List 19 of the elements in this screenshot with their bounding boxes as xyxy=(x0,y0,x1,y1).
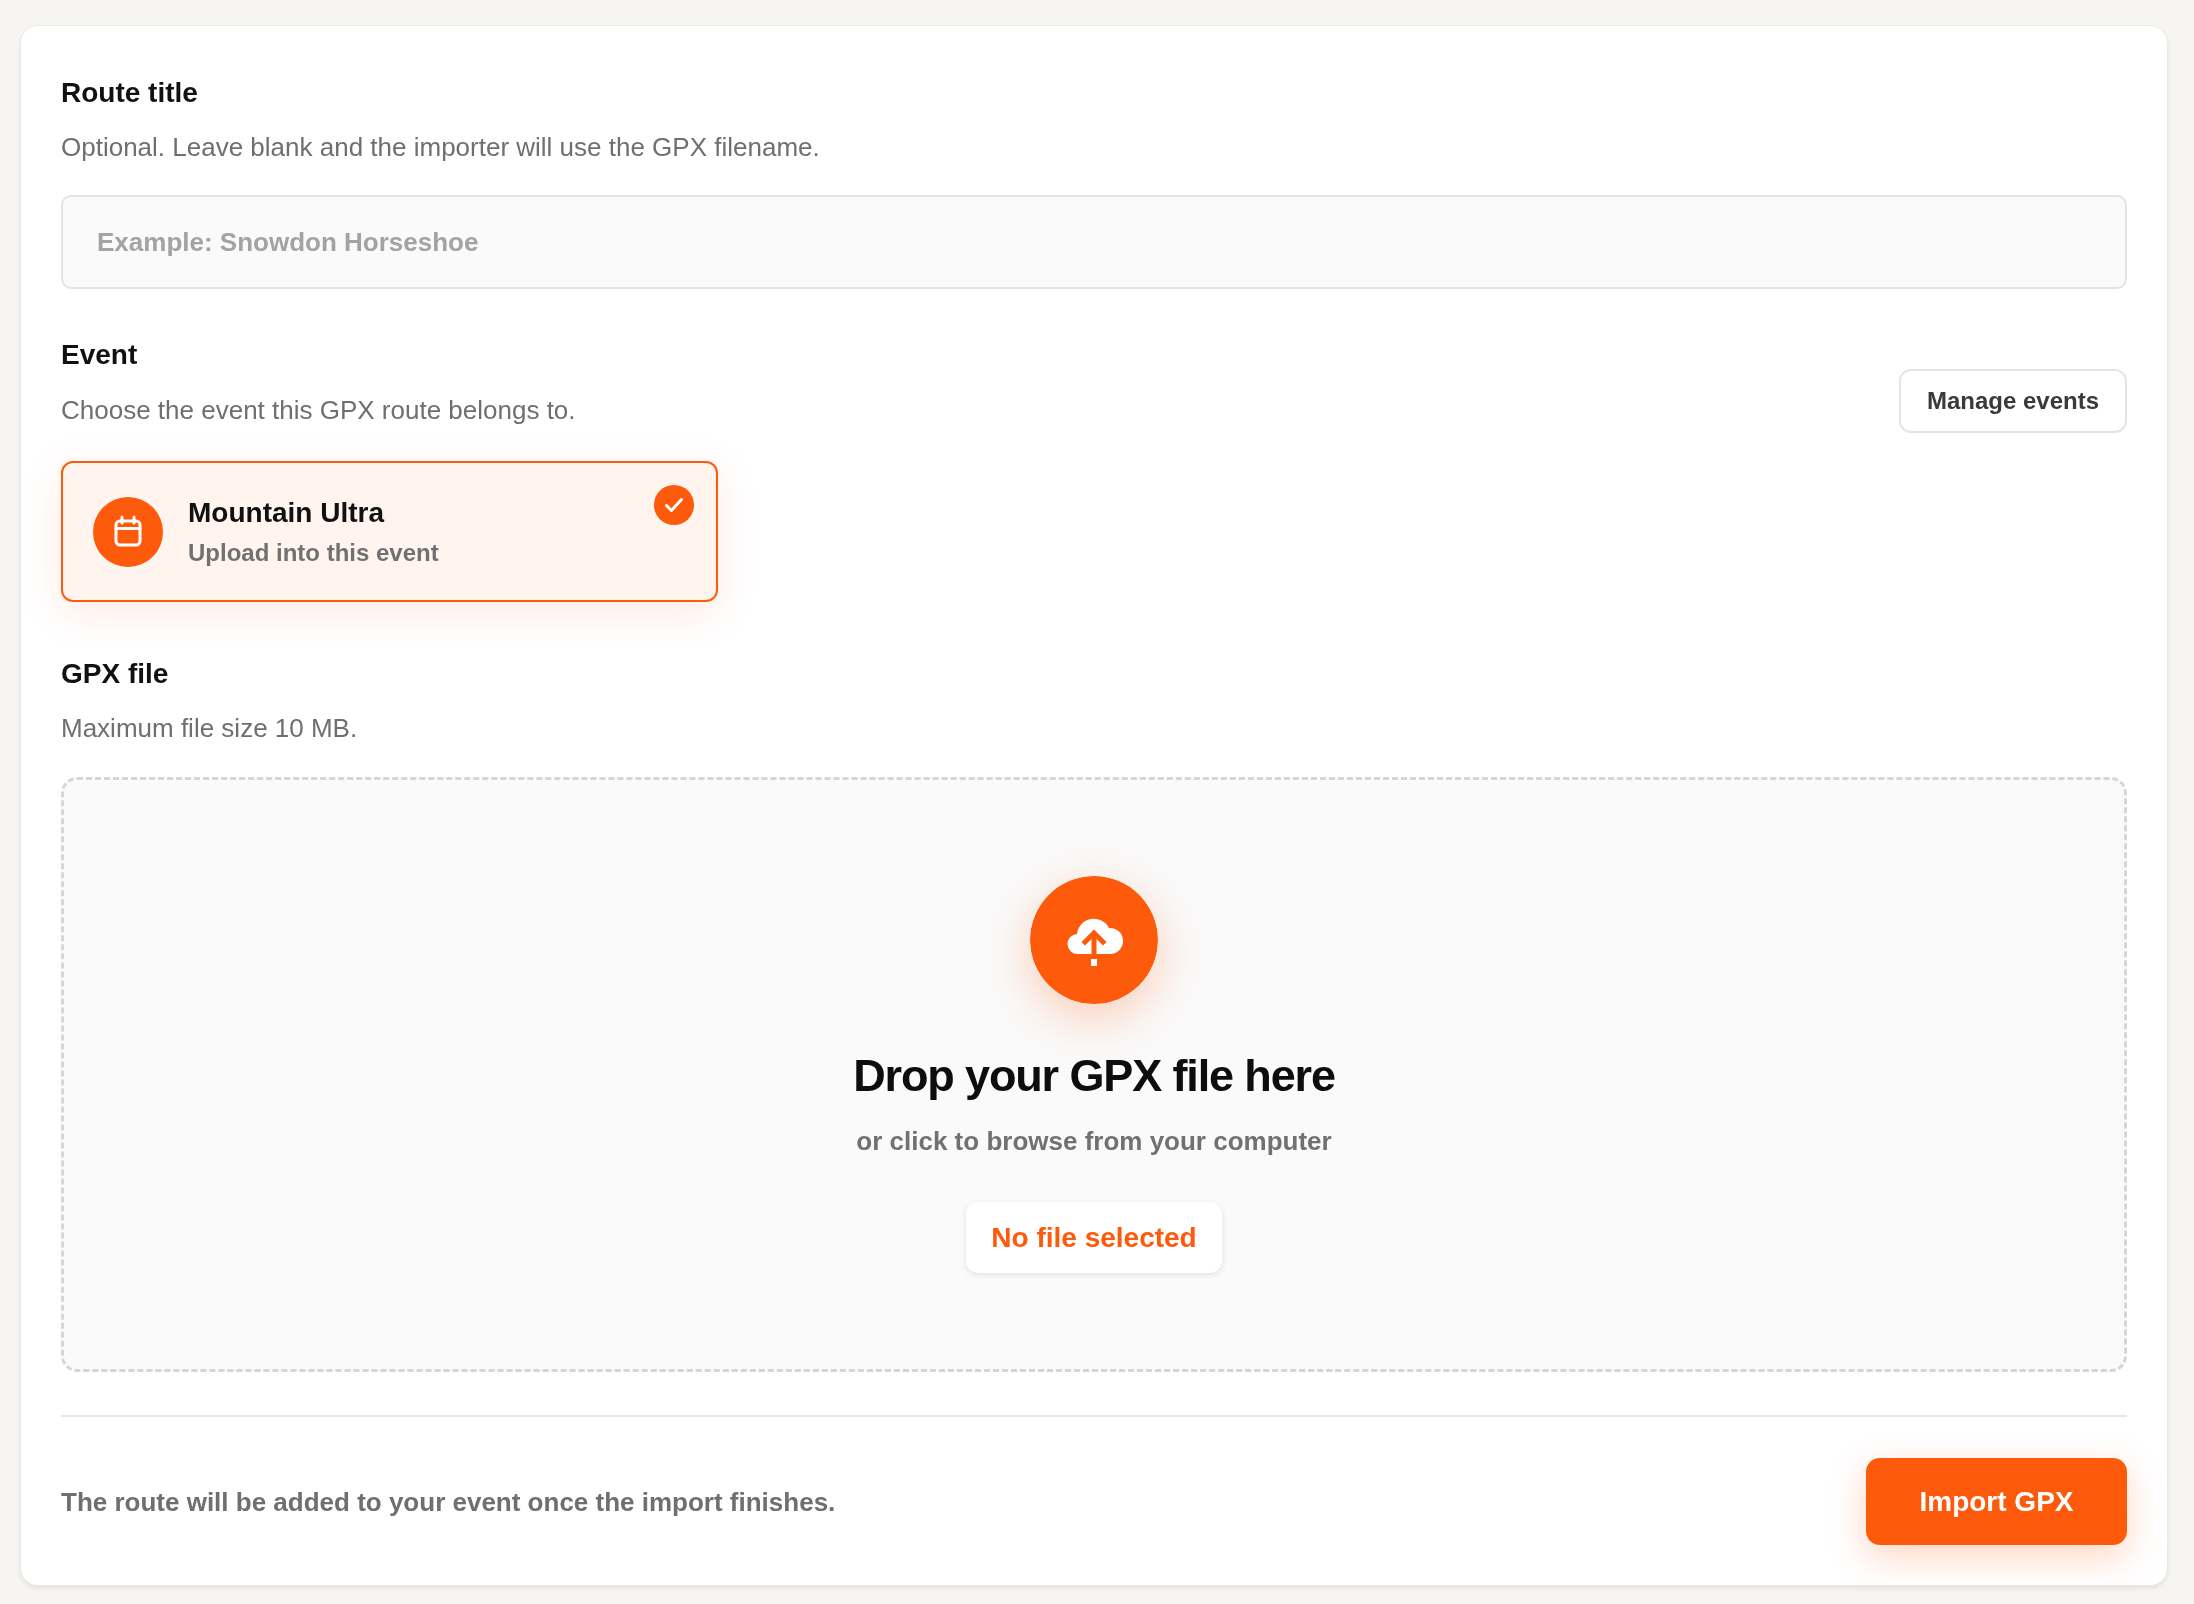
field-label: Route title xyxy=(61,76,199,110)
file-status: No file selected xyxy=(966,1202,1222,1273)
field-label: GPX file xyxy=(61,657,170,691)
footer-note: The route will be added to your event once the import finishes. xyxy=(61,1485,836,1519)
check-icon xyxy=(654,485,694,525)
cloud-upload-icon xyxy=(1030,876,1158,1004)
dropzone-subtitle: or click to browse from your computer xyxy=(856,1125,1332,1158)
event-subtitle: Upload into this event xyxy=(188,537,439,568)
field-label: Event xyxy=(61,338,139,372)
route-title-input[interactable]: Example: Snowdon Horseshoe xyxy=(61,195,2127,289)
dropzone-title: Drop your GPX file here xyxy=(853,1050,1335,1102)
calendar-icon xyxy=(93,496,163,567)
file-dropzone[interactable]: Drop your GPX file here or click to browse from your computer No file selected xyxy=(61,777,2127,1372)
manage-events-button[interactable]: Manage events xyxy=(1898,369,2127,433)
field-hint: Optional. Leave blank and the importer will use the GPX filename. xyxy=(61,131,821,164)
event-option[interactable]: Mountain Ultra Upload into this event xyxy=(61,461,718,602)
event-title: Mountain Ultra xyxy=(188,495,386,530)
field-hint: Choose the event this GPX route belongs to. xyxy=(61,394,576,427)
field-hint: Maximum file size 10 MB. xyxy=(61,712,359,745)
